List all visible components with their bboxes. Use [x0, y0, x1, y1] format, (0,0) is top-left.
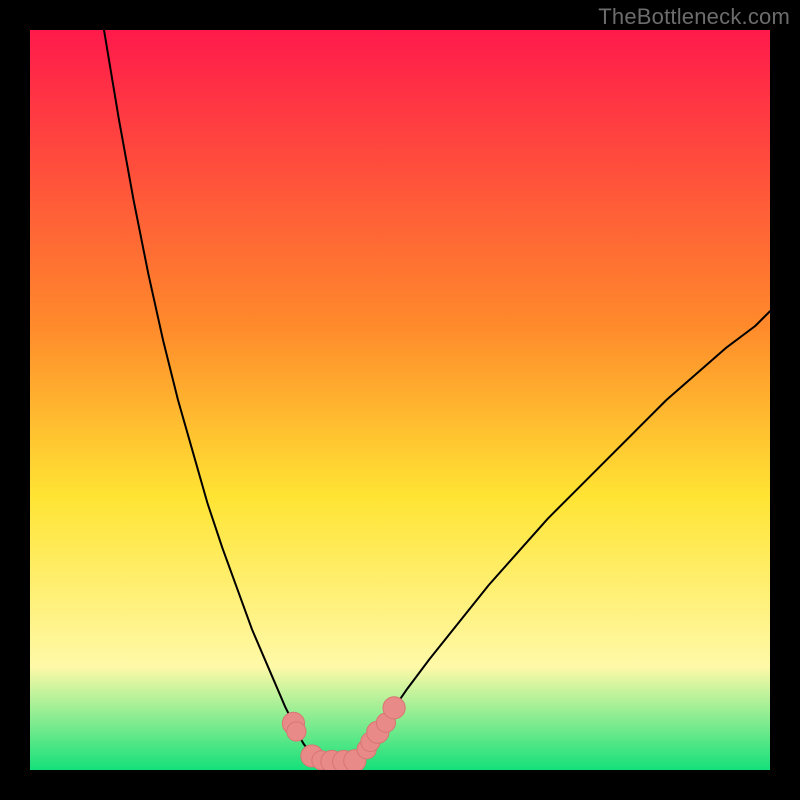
gradient-background [30, 30, 770, 770]
chart-svg [30, 30, 770, 770]
chart-frame: TheBottleneck.com [0, 0, 800, 800]
plot-area [30, 30, 770, 770]
marker-point [287, 722, 306, 741]
marker-point [383, 697, 405, 719]
watermark-text: TheBottleneck.com [598, 4, 790, 30]
